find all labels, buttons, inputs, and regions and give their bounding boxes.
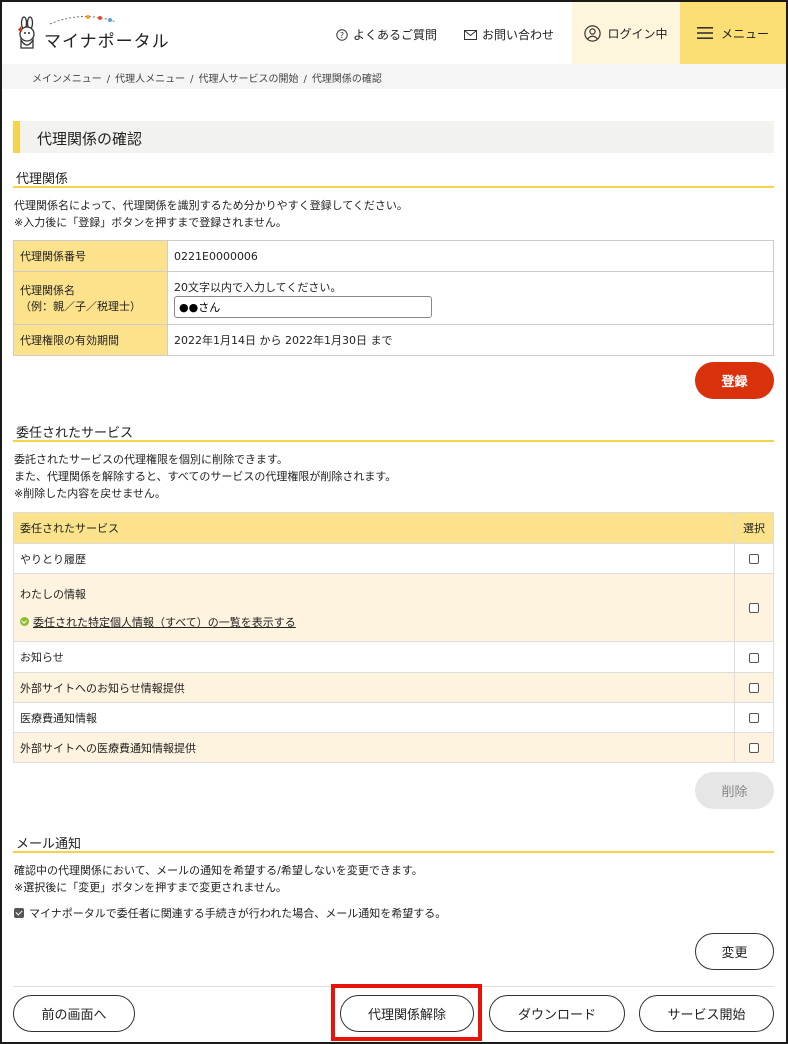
services-table-header: 委任されたサービス 選択 [13, 512, 774, 544]
info-list-link[interactable]: 委任された特定個人情報（すべて）の一覧を表示する [20, 614, 728, 630]
services-desc-line3: ※削除した内容を戻せません。 [14, 487, 166, 500]
relation-desc-line2: ※入力後に「登録」ボタンを押すまで登録されません。 [14, 216, 287, 229]
login-label: ログイン中 [607, 26, 668, 41]
select-cell [734, 573, 774, 642]
breadcrumb-agent-start[interactable]: 代理人サービスの開始 [198, 74, 298, 85]
contact-link[interactable]: お問い合わせ [464, 26, 554, 43]
relation-desc-line1: 代理関係名によって、代理関係を識別するため分かりやすく登録してください。 [14, 199, 408, 212]
question-circle-icon: ? [336, 28, 348, 41]
change-button[interactable]: 変更 [695, 933, 774, 970]
services-desc-line2: また、代理関係を解除すると、すべてのサービスの代理権限が削除されます。 [14, 470, 397, 483]
mail-description: 確認中の代理関係において、メールの通知を希望する/希望しないを変更できます。 ※… [14, 862, 423, 896]
services-desc-line1: 委託されたサービスの代理権限を個別に削除できます。 [14, 453, 288, 466]
table-row: わたしの情報 委任された特定個人情報（すべて）の一覧を表示する [13, 573, 774, 642]
select-cell [734, 702, 774, 733]
menu-label: メニュー [720, 26, 769, 41]
mascot-icon [14, 16, 42, 52]
service-checkbox[interactable] [749, 743, 759, 753]
relation-description: 代理関係名によって、代理関係を識別するため分かりやすく登録してください。 ※入力… [14, 197, 408, 231]
highlight-box [331, 984, 482, 1041]
service-name: 医療費通知情報 [13, 702, 735, 733]
service-name: 外部サイトへのお知らせ情報提供 [13, 672, 735, 703]
service-checkbox[interactable] [749, 713, 759, 723]
table-row: 医療費通知情報 [13, 702, 774, 733]
mail-desc-line2: ※選択後に「変更」ボタンを押すまで変更されません。 [14, 881, 287, 894]
menu-button[interactable]: メニュー [680, 2, 786, 64]
service-checkbox[interactable] [749, 652, 759, 663]
table-row: 代理関係番号 0221E0000006 [13, 240, 774, 272]
chevron-circle-icon [20, 617, 29, 626]
service-checkbox[interactable] [749, 554, 759, 564]
breadcrumb: メインメニュー / 代理人メニュー / 代理人サービスの開始 / 代理関係の確認 [2, 64, 786, 89]
mail-icon [464, 29, 477, 40]
site-header: マイナポータル ? よくあるご質問 お問い合わせ ログイン中 メニュー [2, 2, 786, 64]
table-row: やりとり履歴 [13, 543, 774, 574]
select-cell [734, 543, 774, 574]
relation-number-label: 代理関係番号 [13, 240, 168, 272]
column-header-select: 選択 [734, 512, 774, 544]
mail-notify-checkbox[interactable] [14, 908, 24, 918]
validity-period-value: 2022年1月14日 から 2022年1月30日 まで [167, 324, 774, 356]
relation-number-value: 0221E0000006 [167, 240, 774, 272]
page-title: 代理関係の確認 [13, 121, 774, 153]
hamburger-icon [696, 27, 713, 39]
breadcrumb-separator: / [303, 74, 307, 85]
logo[interactable]: マイナポータル [14, 14, 170, 52]
validity-period-label: 代理権限の有効期間 [13, 324, 168, 356]
column-header-service: 委任されたサービス [13, 512, 735, 544]
table-row: 代理権限の有効期間 2022年1月14日 から 2022年1月30日 まで [13, 324, 774, 356]
info-list-link-text[interactable]: 委任された特定個人情報（すべて）の一覧を表示する [33, 614, 296, 630]
mail-section-heading: メール通知 [13, 833, 774, 853]
select-cell [734, 672, 774, 703]
services-section-heading: 委任されたサービス [13, 422, 774, 442]
relation-name-label: 代理関係名 （例：親／子／税理士） [13, 271, 168, 325]
relation-table: 代理関係番号 0221E0000006 代理関係名 （例：親／子／税理士） 20… [13, 240, 774, 356]
breadcrumb-current: 代理関係の確認 [311, 74, 382, 85]
service-name: わたしの情報 [20, 587, 86, 601]
logo-text: マイナポータル [44, 31, 170, 52]
breadcrumb-agent-menu[interactable]: 代理人メニュー [115, 74, 185, 85]
service-name-cell: わたしの情報 委任された特定個人情報（すべて）の一覧を表示する [13, 573, 735, 642]
logo-swoosh-icon [48, 14, 118, 29]
faq-label: よくあるご質問 [353, 28, 438, 42]
relation-name-hint: 20文字以内で入力してください。 [174, 280, 342, 294]
service-name: 外部サイトへの医療費通知情報提供 [13, 732, 735, 763]
relation-name-input[interactable] [174, 295, 432, 318]
register-button[interactable]: 登録 [695, 362, 774, 399]
service-checkbox[interactable] [749, 683, 759, 693]
login-status-button[interactable]: ログイン中 [572, 2, 680, 64]
mail-notify-label: マイナポータルで委任者に関連する手続きが行われた場合、メール通知を希望する。 [29, 907, 447, 920]
services-description: 委託されたサービスの代理権限を個別に削除できます。 また、代理関係を解除すると、… [14, 451, 396, 502]
mail-desc-line1: 確認中の代理関係において、メールの通知を希望する/希望しないを変更できます。 [14, 864, 423, 877]
mail-notify-option[interactable]: マイナポータルで委任者に関連する手続きが行われた場合、メール通知を希望する。 [14, 905, 446, 921]
service-name: やりとり履歴 [13, 543, 735, 574]
delete-button[interactable]: 削除 [695, 772, 774, 809]
table-row: 外部サイトへのお知らせ情報提供 [13, 672, 774, 703]
breadcrumb-separator: / [106, 74, 111, 85]
relation-name-label-example: （例：親／子／税理士） [20, 300, 141, 313]
relation-name-label-main: 代理関係名 [20, 284, 75, 297]
svg-text:?: ? [340, 31, 344, 40]
breadcrumb-main-menu[interactable]: メインメニュー [32, 74, 102, 85]
services-table: 委任されたサービス 選択 やりとり履歴 わたしの情報 委任された特定個人情報（す… [13, 512, 774, 763]
faq-link[interactable]: ? よくあるご質問 [336, 26, 437, 43]
select-cell [734, 641, 774, 673]
download-button[interactable]: ダウンロード [489, 995, 625, 1032]
back-button[interactable]: 前の画面へ [13, 995, 135, 1032]
contact-label: お問い合わせ [482, 28, 555, 42]
breadcrumb-separator: / [190, 74, 194, 85]
relation-section-heading: 代理関係 [13, 168, 774, 188]
service-name: お知らせ [13, 641, 735, 673]
user-circle-icon [584, 24, 602, 42]
service-checkbox[interactable] [749, 603, 759, 613]
relation-name-cell: 20文字以内で入力してください。 [167, 271, 774, 325]
table-row: お知らせ [13, 641, 774, 673]
table-row: 外部サイトへの医療費通知情報提供 [13, 732, 774, 763]
service-start-button[interactable]: サービス開始 [639, 995, 774, 1032]
select-cell [734, 732, 774, 763]
table-row: 代理関係名 （例：親／子／税理士） 20文字以内で入力してください。 [13, 271, 774, 325]
